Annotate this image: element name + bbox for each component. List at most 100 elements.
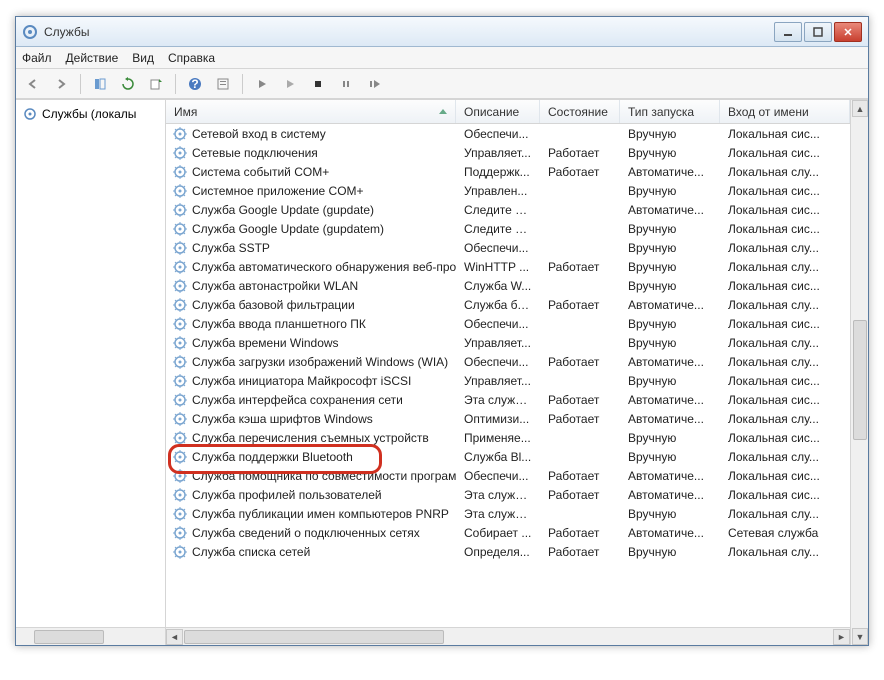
- service-logon: Локальная сис...: [720, 146, 850, 160]
- service-logon: Локальная слу...: [720, 355, 850, 369]
- content-area: Службы (локалы Имя Описание Состояние Ти…: [16, 99, 868, 645]
- window-controls: [774, 22, 862, 42]
- service-row[interactable]: Служба базовой фильтрацииСлужба ба...Раб…: [166, 295, 850, 314]
- service-startup: Вручную: [620, 374, 720, 388]
- service-description: Эта служб...: [456, 507, 540, 521]
- service-row[interactable]: Сетевой вход в системуОбеспечи...Вручную…: [166, 124, 850, 143]
- back-button[interactable]: [22, 73, 44, 95]
- start-service-button[interactable]: [251, 73, 273, 95]
- service-row[interactable]: Служба кэша шрифтов WindowsОптимизи...Ра…: [166, 409, 850, 428]
- service-row[interactable]: Сетевые подключенияУправляет...РаботаетВ…: [166, 143, 850, 162]
- service-name: Служба SSTP: [192, 241, 270, 255]
- header-description[interactable]: Описание: [456, 100, 540, 123]
- service-logon: Локальная слу...: [720, 412, 850, 426]
- start-service-alt-button[interactable]: [279, 73, 301, 95]
- forward-button[interactable]: [50, 73, 72, 95]
- service-state: Работает: [540, 355, 620, 369]
- close-button[interactable]: [834, 22, 862, 42]
- service-row[interactable]: Служба времени WindowsУправляет...Вручну…: [166, 333, 850, 352]
- tree-root-services[interactable]: Службы (локалы: [20, 104, 161, 124]
- export-button[interactable]: [145, 73, 167, 95]
- stop-service-button[interactable]: [307, 73, 329, 95]
- service-list[interactable]: Сетевой вход в систему Обеспечи... Вручную…: [166, 124, 850, 627]
- service-row[interactable]: Служба интерфейса сохранения сетиЭта слу…: [166, 390, 850, 409]
- service-startup: Автоматиче...: [620, 298, 720, 312]
- service-state: Работает: [540, 146, 620, 160]
- service-description: Обеспечи...: [456, 469, 540, 483]
- service-icon: [172, 544, 188, 560]
- service-row[interactable]: Служба сведений о подключенных сетяхСоби…: [166, 523, 850, 542]
- service-row[interactable]: Служба поддержки BluetoothСлужба Bl...Вр…: [166, 447, 850, 466]
- maximize-button[interactable]: [804, 22, 832, 42]
- service-startup: Вручную: [620, 545, 720, 559]
- minimize-button[interactable]: [774, 22, 802, 42]
- tree-hscrollbar[interactable]: [16, 627, 165, 645]
- service-startup: Вручную: [620, 431, 720, 445]
- service-logon: Локальная слу...: [720, 545, 850, 559]
- service-description: Обеспечи...: [456, 355, 540, 369]
- service-row[interactable]: Служба SSTPОбеспечи...ВручнуюЛокальная с…: [166, 238, 850, 257]
- service-row[interactable]: Служба инициатора Майкрософт iSCSIУправл…: [166, 371, 850, 390]
- service-row[interactable]: Служба публикации имен компьютеров PNRPЭ…: [166, 504, 850, 523]
- service-row[interactable]: Система событий COM+Поддержк...РаботаетА…: [166, 162, 850, 181]
- service-row[interactable]: Служба загрузки изображений Windows (WIA…: [166, 352, 850, 371]
- service-name: Служба помощника по совместимости програ…: [192, 469, 456, 483]
- service-name: Служба поддержки Bluetooth: [192, 450, 353, 464]
- header-logon-as[interactable]: Вход от имени: [720, 100, 850, 123]
- menu-view[interactable]: Вид: [132, 51, 154, 65]
- list-vscrollbar[interactable]: ▲ ▼: [850, 100, 868, 645]
- service-state: Работает: [540, 298, 620, 312]
- service-description: Следите за...: [456, 222, 540, 236]
- service-icon: [172, 202, 188, 218]
- service-icon: [172, 183, 188, 199]
- service-startup: Автоматиче...: [620, 393, 720, 407]
- service-name: Сетевой вход в систему: [192, 127, 326, 141]
- service-row[interactable]: Служба ввода планшетного ПКОбеспечи...Вр…: [166, 314, 850, 333]
- show-hide-tree-button[interactable]: [89, 73, 111, 95]
- service-icon: [172, 430, 188, 446]
- header-startup-type[interactable]: Тип запуска: [620, 100, 720, 123]
- pause-service-button[interactable]: [335, 73, 357, 95]
- service-row[interactable]: Служба автонастройки WLANСлужба W...Вруч…: [166, 276, 850, 295]
- list-hscrollbar[interactable]: ◄ ►: [166, 627, 850, 645]
- service-row[interactable]: Служба профилей пользователейЭта служб..…: [166, 485, 850, 504]
- service-state: Работает: [540, 488, 620, 502]
- service-name: Служба сведений о подключенных сетях: [192, 526, 420, 540]
- service-startup: Автоматиче...: [620, 203, 720, 217]
- header-state[interactable]: Состояние: [540, 100, 620, 123]
- service-startup: Вручную: [620, 450, 720, 464]
- service-startup: Вручную: [620, 336, 720, 350]
- service-row[interactable]: Служба Google Update (gupdatem)Следите з…: [166, 219, 850, 238]
- service-row[interactable]: Служба списка сетейОпределя...РаботаетВр…: [166, 542, 850, 561]
- service-startup: Вручную: [620, 222, 720, 236]
- service-startup: Автоматиче...: [620, 469, 720, 483]
- service-state: Работает: [540, 393, 620, 407]
- service-state: Работает: [540, 165, 620, 179]
- service-name: Служба загрузки изображений Windows (WIA…: [192, 355, 448, 369]
- menu-file[interactable]: Файл: [22, 51, 52, 65]
- toolbar-separator: [175, 74, 176, 94]
- header-name[interactable]: Имя: [166, 100, 456, 123]
- service-row[interactable]: Служба автоматического обнаружения веб-п…: [166, 257, 850, 276]
- service-row[interactable]: Служба перечисления съемных устройствПри…: [166, 428, 850, 447]
- service-row[interactable]: Системное приложение COM+Управлен...Вруч…: [166, 181, 850, 200]
- service-state: Работает: [540, 545, 620, 559]
- service-row[interactable]: Служба помощника по совместимости програ…: [166, 466, 850, 485]
- help-button[interactable]: ?: [184, 73, 206, 95]
- properties-button[interactable]: [212, 73, 234, 95]
- restart-service-button[interactable]: [363, 73, 385, 95]
- service-description: Обеспечи...: [456, 127, 540, 141]
- service-row[interactable]: Служба Google Update (gupdate)Следите за…: [166, 200, 850, 219]
- menu-action[interactable]: Действие: [66, 51, 119, 65]
- service-description: Управляет...: [456, 336, 540, 350]
- titlebar[interactable]: Службы: [16, 17, 868, 47]
- service-description: Обеспечи...: [456, 241, 540, 255]
- service-icon: [172, 221, 188, 237]
- window-title: Службы: [44, 25, 774, 39]
- service-name: Служба кэша шрифтов Windows: [192, 412, 373, 426]
- menu-help[interactable]: Справка: [168, 51, 215, 65]
- service-logon: Локальная слу...: [720, 298, 850, 312]
- service-icon: [172, 335, 188, 351]
- refresh-button[interactable]: [117, 73, 139, 95]
- service-icon: [172, 411, 188, 427]
